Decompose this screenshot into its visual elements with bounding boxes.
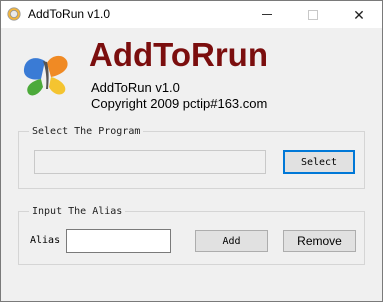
add-button-label: Add [222,235,241,247]
alias-input[interactable] [66,229,171,253]
butterfly-logo-icon [23,55,68,96]
program-path-field[interactable] [34,150,266,174]
close-icon: ✕ [353,6,365,23]
close-button[interactable]: ✕ [336,1,382,28]
minimize-button[interactable] [244,1,290,28]
maximize-button[interactable] [290,1,336,28]
select-button[interactable]: Select [283,150,355,174]
remove-button-label: Remove [297,234,342,248]
select-program-legend: Select The Program [29,125,144,138]
app-icon [7,7,21,21]
minimize-icon [262,14,272,15]
remove-button[interactable]: Remove [283,230,356,252]
add-button[interactable]: Add [195,230,268,252]
app-window: AddToRun v1.0 ✕ AddToRrun AddToRun v1.0 … [0,0,383,302]
window-title: AddToRun v1.0 [28,7,111,21]
app-version-text: AddToRun v1.0 [91,80,180,95]
alias-label: Alias [30,235,61,246]
input-alias-legend: Input The Alias [29,205,126,218]
title-bar[interactable]: AddToRun v1.0 ✕ [1,1,382,28]
select-button-focus-ring [284,151,354,173]
copyright-text: Copyright 2009 pctip#163.com [91,96,268,111]
maximize-icon [308,9,318,20]
app-name-heading: AddToRrun [89,36,269,73]
